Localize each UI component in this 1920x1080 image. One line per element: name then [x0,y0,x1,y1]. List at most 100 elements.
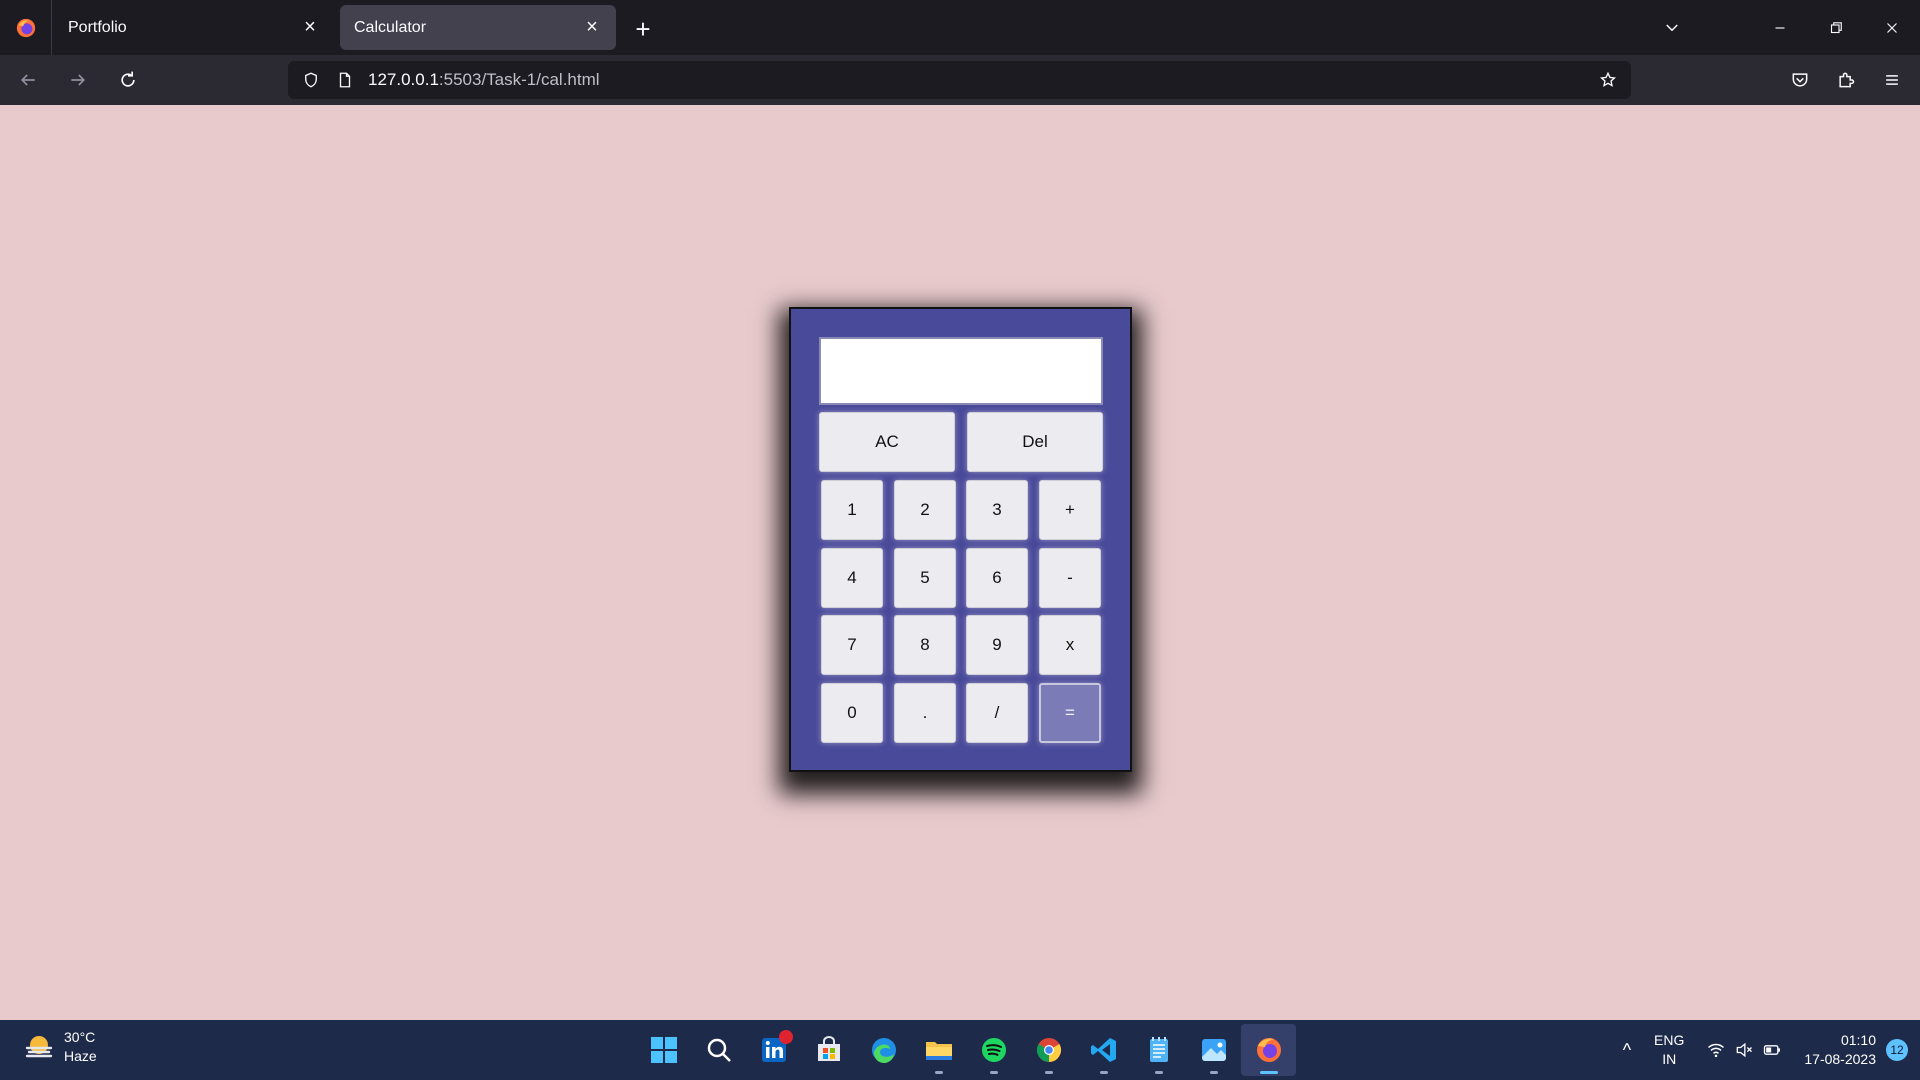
battery-icon[interactable] [1758,1038,1786,1062]
weather-temperature: 30°C [64,1029,96,1045]
taskbar-app-store[interactable] [801,1024,856,1076]
page-content: AC Del 1 2 3 + 4 5 6 - 7 8 9 x 0 . / = [0,105,1920,1020]
toolbar-right [1776,55,1920,105]
taskbar-app-edge[interactable] [856,1024,911,1076]
windows-taskbar: 30°C Haze ^ ENG IN 01:10 17-08-2023 12 [0,1020,1920,1080]
digit-0-button[interactable]: 0 [821,683,883,743]
taskbar-app-notepad[interactable] [1131,1024,1186,1076]
show-hidden-icons-chevron-up-icon[interactable]: ^ [1612,1040,1642,1061]
search-icon [707,1038,731,1062]
taskbar-apps [636,1024,1296,1076]
reload-button[interactable] [106,60,150,100]
vscode-icon [1090,1038,1116,1062]
bookmark-star-icon[interactable] [1597,69,1619,91]
app-menu-button[interactable] [1870,60,1914,100]
taskbar-app-photos[interactable] [1186,1024,1241,1076]
close-icon[interactable]: × [300,16,320,38]
taskbar-app-chrome[interactable] [1021,1024,1076,1076]
calculator: AC Del 1 2 3 + 4 5 6 - 7 8 9 x 0 . / = [789,307,1132,772]
tab-calculator[interactable]: Calculator × [340,5,616,50]
tab-label: Portfolio [68,18,127,36]
taskbar-app-linkedin[interactable] [746,1024,801,1076]
digit-5-button[interactable]: 5 [894,548,956,608]
digit-7-button[interactable]: 7 [821,615,883,675]
pocket-icon [1792,73,1808,87]
delete-button[interactable]: Del [967,412,1103,472]
close-icon [1887,22,1897,33]
window-controls [1644,0,1920,55]
restore-icon [1830,21,1842,33]
plus-button[interactable]: + [1039,480,1101,540]
firefox-icon [1256,1038,1281,1062]
digit-3-button[interactable]: 3 [966,480,1028,540]
notification-count-badge[interactable]: 12 [1886,1039,1908,1061]
notepad-icon [1149,1037,1168,1062]
arrow-left-icon [20,74,35,86]
equals-button[interactable]: = [1039,683,1101,743]
taskbar-search-button[interactable] [691,1024,746,1076]
wifi-icon[interactable] [1702,1038,1730,1062]
new-tab-button[interactable]: + [628,14,658,44]
calculator-display[interactable] [819,337,1103,405]
running-indicator [1154,1071,1163,1074]
tab-label: Calculator [354,18,427,36]
decimal-point-button[interactable]: . [894,683,956,743]
back-button[interactable] [6,60,50,100]
url-text[interactable]: 127.0.0.1:5503/Task-1/cal.html [368,70,1597,90]
tab-portfolio[interactable]: Portfolio × [54,5,334,50]
digit-8-button[interactable]: 8 [894,615,956,675]
taskbar-app-vscode[interactable] [1076,1024,1131,1076]
photos-icon [1201,1039,1226,1061]
taskbar-app-file-explorer[interactable] [911,1024,966,1076]
firefox-logo-icon [16,18,35,37]
digit-9-button[interactable]: 9 [966,615,1028,675]
minimize-button[interactable] [1752,0,1808,55]
running-indicator [989,1071,998,1074]
arrow-right-icon [71,74,86,86]
clock-time: 01:10 [1840,1032,1876,1048]
list-all-tabs-button[interactable] [1644,0,1700,55]
extensions-button[interactable] [1824,60,1868,100]
all-clear-button[interactable]: AC [819,412,955,472]
url-path: :5503/Task-1/cal.html [438,70,600,89]
url-host: 127.0.0.1 [368,70,439,89]
tracking-protection-shield-icon[interactable] [300,69,322,91]
minimize-icon [1775,26,1785,29]
clock-date: 17-08-2023 [1804,1051,1876,1067]
address-bar[interactable]: 127.0.0.1:5503/Task-1/cal.html [288,61,1631,99]
close-icon[interactable]: × [582,16,602,38]
weather-widget[interactable]: 30°C Haze [22,1028,97,1066]
digit-1-button[interactable]: 1 [821,480,883,540]
pocket-button[interactable] [1778,60,1822,100]
running-indicator [1044,1071,1053,1074]
taskbar-app-firefox[interactable] [1241,1024,1296,1076]
forward-button[interactable] [56,60,100,100]
digit-4-button[interactable]: 4 [821,548,883,608]
region-code: IN [1662,1051,1677,1067]
divide-button[interactable]: / [966,683,1028,743]
puzzle-icon [1839,72,1855,88]
spotify-icon [981,1038,1006,1062]
clock[interactable]: 01:10 17-08-2023 [1804,1031,1876,1069]
restore-button[interactable] [1808,0,1864,55]
chevron-down-icon [1666,23,1678,31]
taskbar-app-spotify[interactable] [966,1024,1021,1076]
speaker-muted-icon[interactable] [1730,1038,1758,1062]
input-language-indicator[interactable]: ENG IN [1654,1031,1684,1069]
notification-dot [779,1030,793,1044]
browser-tab-bar: Portfolio × Calculator × + [0,0,1920,55]
minus-button[interactable]: - [1039,548,1101,608]
firefox-menu-icon[interactable] [0,0,52,55]
multiply-button[interactable]: x [1039,615,1101,675]
store-icon [817,1036,840,1061]
page-info-icon[interactable] [334,69,356,91]
digit-6-button[interactable]: 6 [966,548,1028,608]
edge-icon [871,1038,896,1064]
chrome-icon [1036,1038,1061,1062]
close-window-button[interactable] [1864,0,1920,55]
system-tray: ^ ENG IN 01:10 17-08-2023 12 [1612,1020,1920,1080]
haze-weather-icon [25,1036,53,1058]
start-button[interactable] [636,1024,691,1076]
windows-start-icon [650,1037,677,1063]
digit-2-button[interactable]: 2 [894,480,956,540]
